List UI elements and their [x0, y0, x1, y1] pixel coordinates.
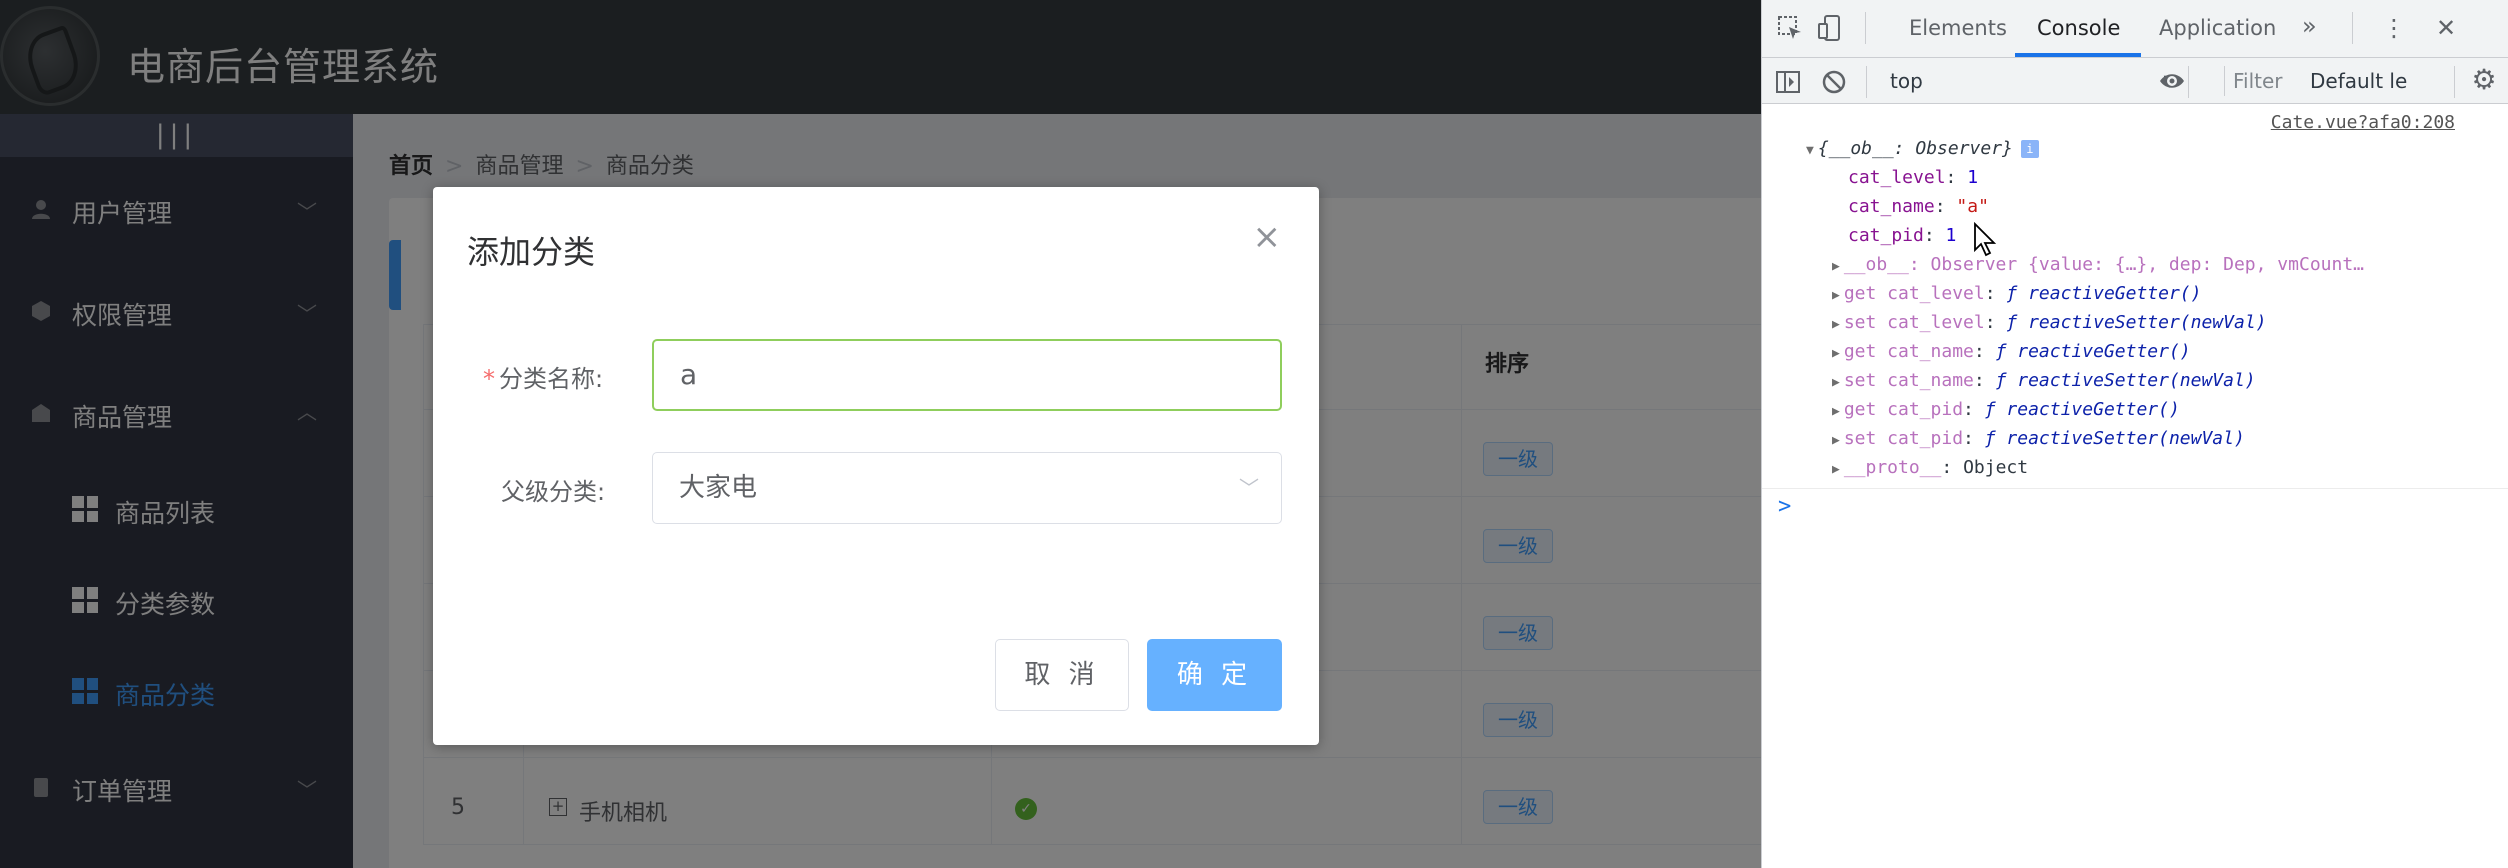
toolbar-divider	[2188, 66, 2189, 98]
collapsed-triangle-icon: ▶	[1832, 259, 1840, 274]
accessor-line[interactable]: ▶ set cat_name: ƒ reactiveSetter(newVal)	[1832, 370, 2256, 391]
device-toggle-icon[interactable]	[1816, 14, 1844, 42]
expanded-triangle-icon: ▼	[1806, 143, 1814, 158]
prop-key: cat_pid	[1848, 225, 1924, 246]
accessor-fn: ƒ reactiveGetter()	[1984, 399, 2180, 420]
prop-line: cat_level: 1	[1848, 167, 1979, 188]
accessor-line[interactable]: ▶ get cat_name: ƒ reactiveGetter()	[1832, 341, 2191, 362]
prop-key: cat_name	[1848, 196, 1935, 217]
proto-line[interactable]: ▶ __proto__: Object	[1832, 457, 2028, 478]
confirm-button[interactable]: 确 定	[1147, 639, 1282, 711]
accessor-fn: ƒ reactiveGetter()	[2006, 283, 2202, 304]
tab-application[interactable]: Application	[2159, 16, 2276, 40]
accessor-key: get cat_level	[1843, 283, 1985, 304]
close-icon[interactable]: ×	[1253, 217, 1282, 257]
cancel-button[interactable]: 取 消	[995, 639, 1129, 711]
accessor-key: get cat_name	[1843, 341, 1974, 362]
parent-category-label: 父级分类:	[501, 478, 606, 506]
dialog-title: 添加分类	[467, 233, 596, 271]
info-icon: i	[2020, 140, 2039, 158]
toolbar-divider	[2454, 66, 2455, 98]
ob-text: __ob__: Observer {value: {…}, dep: Dep, …	[1843, 254, 2364, 275]
accessor-line[interactable]: ▶ get cat_pid: ƒ reactiveGetter()	[1832, 399, 2180, 420]
toolbar-divider	[1866, 66, 1867, 98]
tab-console[interactable]: Console	[2037, 16, 2120, 40]
console-prompt[interactable]: >	[1778, 494, 1791, 519]
filter-input[interactable]: Filter	[2224, 66, 2306, 96]
eye-icon[interactable]	[2158, 67, 2186, 95]
collapsed-triangle-icon: ▶	[1832, 462, 1840, 477]
accessor-line[interactable]: ▶ set cat_level: ƒ reactiveSetter(newVal)	[1832, 312, 2267, 333]
accessor-fn: ƒ reactiveGetter()	[1995, 341, 2191, 362]
object-header[interactable]: ▼ {__ob__: Observer} i	[1806, 138, 2039, 159]
mouse-cursor-icon	[1974, 222, 1997, 257]
devtools-toolbar: Elements Console Application » ⋮ ✕	[1762, 0, 2508, 58]
inspect-icon[interactable]	[1776, 14, 1804, 42]
collapsed-triangle-icon: ▶	[1832, 404, 1840, 419]
ob-line[interactable]: ▶ __ob__: Observer {value: {…}, dep: Dep,…	[1832, 254, 2364, 275]
object-summary: {__ob__: Observer}	[1817, 138, 2013, 159]
close-icon[interactable]: ✕	[2432, 14, 2460, 42]
accessor-key: get cat_pid	[1843, 399, 1964, 420]
parent-category-value: 大家电	[679, 473, 758, 503]
log-levels-select[interactable]: Default le	[2310, 66, 2407, 96]
accessor-fn: ƒ reactiveSetter(newVal)	[2006, 312, 2267, 333]
prop-value: 1	[1967, 167, 1979, 188]
prop-line: cat_name: "a"	[1848, 196, 1989, 217]
tab-elements[interactable]: Elements	[1909, 16, 2007, 40]
category-name-label: * 分类名称:	[483, 359, 603, 394]
context-value: top	[1890, 69, 1923, 93]
collapsed-triangle-icon: ▶	[1832, 375, 1840, 390]
kebab-menu-icon[interactable]: ⋮	[2380, 14, 2408, 42]
accessor-key: set cat_level	[1843, 312, 1985, 333]
prop-value: "a"	[1956, 196, 1989, 217]
more-tabs-button[interactable]: »	[2302, 12, 2317, 40]
proto-key: __proto__	[1843, 457, 1942, 478]
accessor-line[interactable]: ▶ set cat_pid: ƒ reactiveSetter(newVal)	[1832, 428, 2245, 449]
required-mark: *	[483, 365, 495, 393]
accessor-key: set cat_pid	[1843, 428, 1964, 449]
parent-category-select[interactable]: 大家电 ﹀	[652, 452, 1282, 524]
source-link[interactable]: Cate.vue?afa0:208	[2271, 112, 2455, 133]
devtools-panel: Elements Console Application » ⋮ ✕ top ▼…	[1761, 0, 2508, 868]
add-category-dialog: 添加分类 × * 分类名称: a 父级分类: 大家电 ﹀ 取 消 确 定	[433, 187, 1319, 745]
toolbar-divider	[1865, 12, 1866, 44]
prop-key: cat_level	[1848, 167, 1946, 188]
toolbar-divider	[2352, 12, 2353, 44]
prop-line: cat_pid: 1	[1848, 225, 1957, 246]
prop-value: 1	[1945, 225, 1957, 246]
accessor-key: set cat_name	[1843, 370, 1974, 391]
app-window: 电商后台管理系统 ||| 用户管理 ﹀ 权限管理 ﹀ 商品管理 ︿	[0, 0, 1761, 868]
clear-console-icon[interactable]	[1820, 68, 1848, 96]
accessor-line[interactable]: ▶ get cat_level: ƒ reactiveGetter()	[1832, 283, 2201, 304]
sidebar-toggle-icon[interactable]	[1774, 68, 1802, 96]
accessor-fn: ƒ reactiveSetter(newVal)	[1995, 370, 2256, 391]
gear-icon[interactable]: ⚙	[2470, 66, 2498, 94]
category-name-input[interactable]: a	[652, 339, 1282, 411]
category-name-label-text: 分类名称:	[499, 365, 604, 393]
chevron-down-icon: ﹀	[1239, 476, 1259, 500]
context-selector[interactable]: top ▼	[1890, 66, 2180, 96]
collapsed-triangle-icon: ▶	[1832, 433, 1840, 448]
active-tab-indicator	[2015, 53, 2141, 57]
accessor-fn: ƒ reactiveSetter(newVal)	[1984, 428, 2245, 449]
console-divider	[1762, 488, 2508, 489]
collapsed-triangle-icon: ▶	[1832, 288, 1840, 303]
collapsed-triangle-icon: ▶	[1832, 317, 1840, 332]
collapsed-triangle-icon: ▶	[1832, 346, 1840, 361]
proto-value: Object	[1963, 457, 2029, 478]
console-filter-bar: top ▼ Filter Default le ⚙	[1762, 58, 2508, 104]
